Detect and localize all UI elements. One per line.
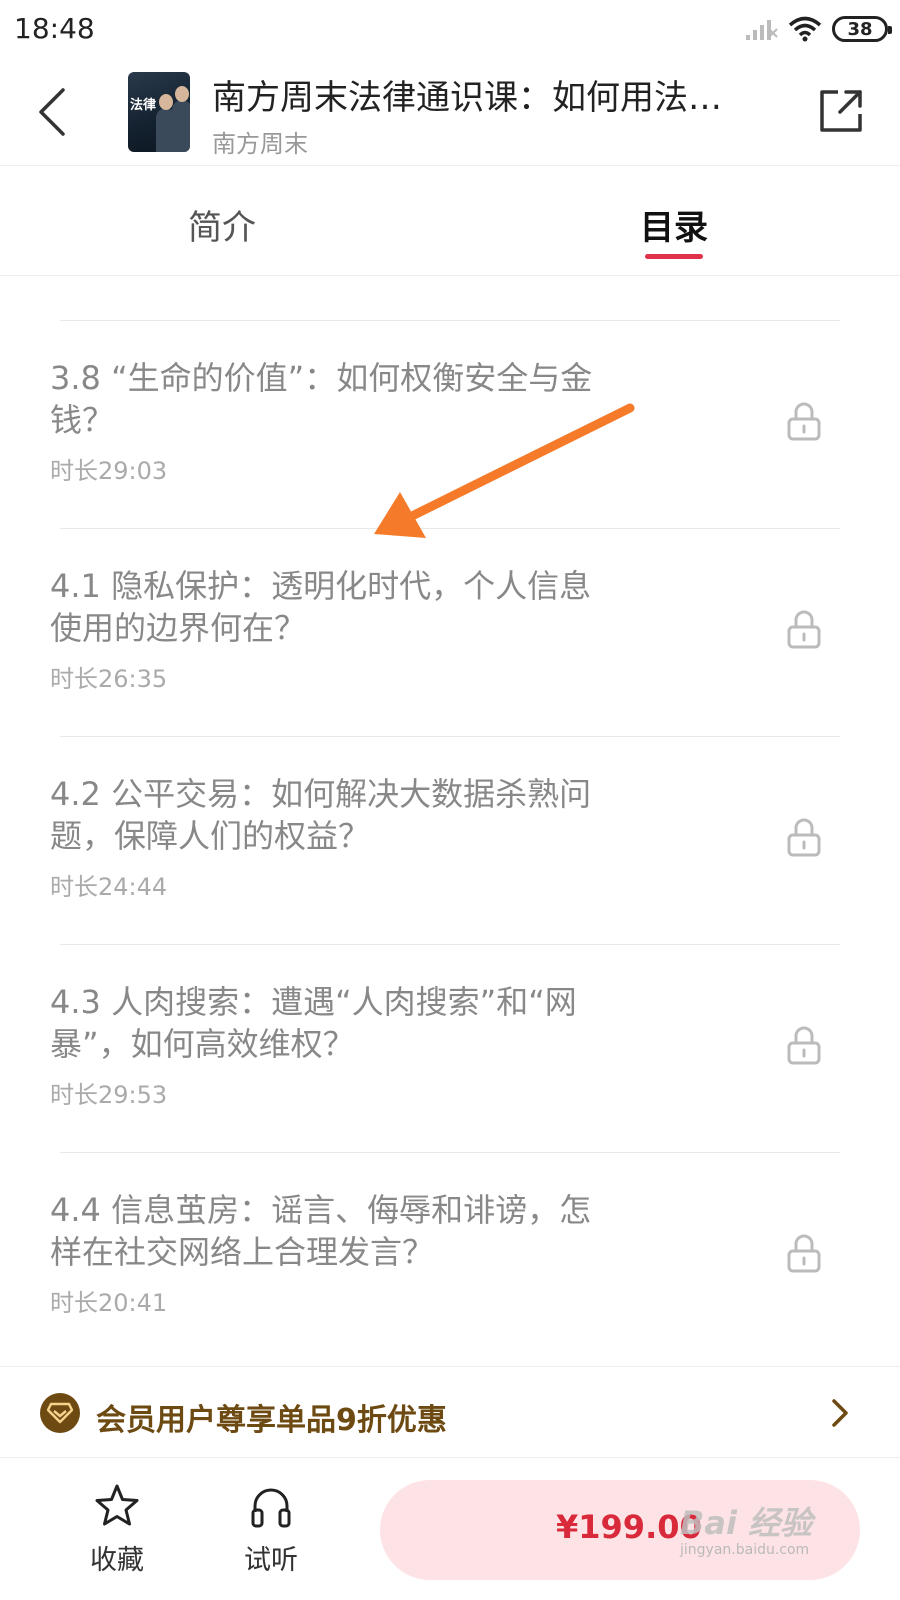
lesson-title: 3.8 “生命的价值”：如何权衡安全与金钱？ [50,359,593,439]
lock-icon [787,818,821,857]
tab-active-indicator [645,254,703,259]
lock-icon [787,402,821,441]
watermark-url: jingyan.baidu.com [680,1542,810,1558]
share-icon [820,90,862,132]
lesson-list[interactable]: 3.8 “生命的价值”：如何权衡安全与金钱？ 时长29:03 4.1 隐私保护：… [0,277,900,1366]
lock-icon [787,610,821,649]
signal-icon [746,20,778,40]
tab-intro[interactable]: 简介 [188,200,256,249]
status-time: 18:48 [14,12,95,45]
cover-label: 法律 [130,98,157,113]
status-icons: 38 [744,14,892,44]
headphones-icon [251,1488,291,1528]
tab-bar: 简介 目录 [0,166,900,276]
lesson-duration: 时长20:41 [50,1289,168,1317]
bottom-action-bar: 收藏 试听 ¥199.00 Bai 经验 jingyan.baidu.com [0,1458,900,1600]
list-item[interactable]: 4.2 公平交易：如何解决大数据杀熟问题，保障人们的权益？ 时长24:44 [50,737,840,945]
lock-icon [787,1234,821,1273]
chevron-left-icon [39,88,65,136]
lesson-title: 4.2 公平交易：如何解决大数据杀熟问题，保障人们的权益？ [50,775,592,855]
course-title: 南方周末法律通识课：如何用法… [212,78,722,118]
favorite-label: 收藏 [90,1545,144,1576]
lock-icon [787,1026,821,1065]
course-cover[interactable]: 法律 [128,72,190,152]
lesson-title: 4.3 人肉搜索：遭遇“人肉搜索”和“网暴”，如何高效维权？ [50,983,577,1063]
battery-icon: 38 [832,16,892,42]
back-button[interactable] [30,82,74,142]
chevron-right-icon [832,1399,848,1427]
wifi-icon [788,16,822,42]
list-item-partial [60,277,840,321]
list-item[interactable]: 4.4 信息茧房：谣言、侮辱和诽谤，怎样在社交网络上合理发言？ 时长20:41 [50,1153,840,1361]
lesson-duration: 时长24:44 [50,873,168,901]
lesson-duration: 时长29:53 [50,1081,168,1109]
trial-listen-label: 试听 [244,1545,298,1576]
favorite-button[interactable]: 收藏 [72,1482,162,1577]
course-author[interactable]: 南方周末 [212,124,308,159]
member-discount-text: 会员用户尊享单品9折优惠 [96,1403,447,1438]
header: 法律 南方周末法律通识课：如何用法… 南方周末 [0,60,900,166]
list-item[interactable]: 3.8 “生命的价值”：如何权衡安全与金钱？ 时长29:03 [50,321,840,529]
tab-catalog[interactable]: 目录 [640,200,708,249]
battery-level: 38 [847,18,873,40]
member-discount-banner[interactable]: 会员用户尊享单品9折优惠 [0,1366,900,1458]
lesson-duration: 时长26:35 [50,665,168,693]
lesson-duration: 时长29:03 [50,457,168,485]
list-item[interactable]: 4.1 隐私保护：透明化时代，个人信息使用的边界何在？ 时长26:35 [50,529,840,737]
buy-button[interactable]: ¥199.00 Bai 经验 jingyan.baidu.com [380,1480,860,1580]
watermark-text: Bai 经验 [680,1504,813,1542]
member-badge-icon [40,1393,80,1433]
share-button[interactable] [816,86,866,136]
list-item[interactable]: 4.3 人肉搜索：遭遇“人肉搜索”和“网暴”，如何高效维权？ 时长29:53 [50,945,840,1153]
lesson-title: 4.1 隐私保护：透明化时代，个人信息使用的边界何在？ [50,567,592,647]
status-bar: 18:48 38 [0,0,900,60]
star-icon [95,1484,139,1526]
lesson-title: 4.4 信息茧房：谣言、侮辱和诽谤，怎样在社交网络上合理发言？ [50,1191,592,1271]
trial-listen-button[interactable]: 试听 [226,1482,316,1577]
cover-person-figure [172,86,190,152]
